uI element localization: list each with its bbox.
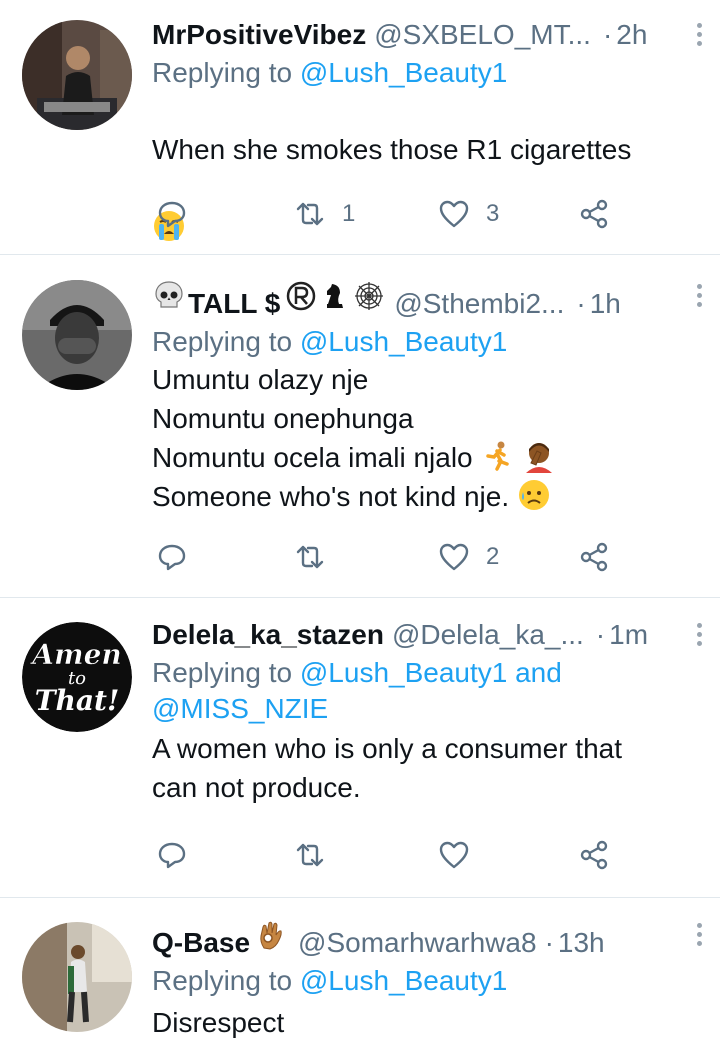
tweet-text-line: When she smokes those R1 cigarettes	[152, 134, 632, 165]
mention-link[interactable]: @Lush_Beauty1 and	[300, 657, 562, 688]
chess-knight-icon	[327, 284, 344, 308]
person-running-icon	[486, 441, 510, 471]
tweet-header: TALL $ @Sthembi2... · 1h	[152, 279, 702, 321]
reply-icon	[158, 842, 186, 869]
share-button[interactable]	[578, 537, 610, 577]
display-name[interactable]: Delela_ka_stazen	[152, 618, 384, 652]
tweet-header: Delela_ka_stazen @Delela_ka_... · 1m	[152, 618, 702, 652]
like-button[interactable]: 2	[438, 537, 499, 577]
more-options-icon[interactable]	[692, 920, 706, 950]
replying-to: Replying to @Lush_Beauty1	[152, 55, 680, 91]
tweet-2[interactable]: TALL $ @Sthembi2... · 1h Replying to @Lu…	[0, 255, 720, 598]
mention-link[interactable]: @Lush_Beauty1	[300, 57, 507, 88]
retweet-button[interactable]: 1	[294, 194, 355, 234]
tweet-text-line: Nomuntu onephunga	[152, 403, 414, 434]
heart-icon	[439, 543, 469, 571]
tweet-actions	[152, 835, 622, 875]
replying-label: Replying to	[152, 326, 293, 357]
sad-sweat-face-icon	[518, 480, 549, 510]
skull-icon	[155, 281, 183, 308]
display-name[interactable]: TALL $	[188, 287, 280, 321]
reply-icon	[158, 544, 186, 571]
reply-feed: MrPositiveVibez @SXBELO_MT... · 2h Reply…	[0, 0, 720, 1061]
more-options-icon[interactable]	[692, 281, 706, 311]
tweet-actions: 1 3	[152, 194, 622, 234]
tweet-text: A women who is only a consumer that can …	[152, 733, 623, 803]
like-count: 3	[486, 200, 500, 227]
user-handle[interactable]: @Delela_ka_...	[392, 618, 584, 652]
retweet-button[interactable]	[294, 537, 342, 577]
heart-icon	[439, 200, 469, 228]
mention-link[interactable]: @MISS_NZIE	[152, 693, 328, 724]
timestamp[interactable]: 1m	[609, 618, 648, 652]
share-icon	[580, 542, 608, 572]
avatar[interactable]: Amen to That!	[22, 622, 132, 732]
avatar[interactable]	[22, 922, 132, 1032]
timestamp[interactable]: 1h	[590, 287, 621, 321]
mention-link[interactable]: @Lush_Beauty1	[300, 965, 507, 996]
avatar-text: That!	[35, 684, 120, 717]
more-options-icon[interactable]	[692, 20, 706, 50]
reply-button[interactable]	[156, 835, 204, 875]
replying-label: Replying to	[152, 965, 293, 996]
reply-icon	[158, 201, 186, 228]
display-name[interactable]: Q-Base	[152, 926, 250, 960]
tweet-text-line: Nomuntu ocela imali njalo	[152, 438, 680, 477]
avatar[interactable]	[22, 20, 132, 130]
retweet-icon	[296, 545, 324, 569]
spider-web-icon	[355, 282, 384, 310]
heart-icon	[439, 841, 469, 869]
tweet-4[interactable]: Q-Base @Somarhwarhwa8 · 13h Replying to …	[0, 898, 720, 1061]
person-facepalming-icon	[526, 443, 553, 473]
retweet-count: 1	[342, 200, 356, 227]
more-options-icon[interactable]	[692, 620, 706, 650]
tweet-3[interactable]: Amen to That! Delela_ka_stazen @Delela_k…	[0, 598, 720, 898]
separator-dot: ·	[576, 288, 586, 319]
tweet-header: MrPositiveVibez @SXBELO_MT... · 2h	[152, 18, 702, 52]
mention-link[interactable]: @Lush_Beauty1	[300, 326, 507, 357]
share-button[interactable]	[578, 194, 610, 234]
share-icon	[580, 199, 608, 229]
retweet-icon	[296, 202, 324, 226]
separator-dot: ·	[595, 619, 606, 650]
like-button[interactable]: 3	[438, 194, 499, 234]
reply-button[interactable]	[156, 194, 204, 234]
share-icon	[580, 840, 608, 870]
share-button[interactable]	[578, 835, 610, 875]
display-name[interactable]: MrPositiveVibez	[152, 18, 366, 52]
replying-label: Replying to	[152, 57, 293, 88]
replying-to: Replying to @Lush_Beauty1	[152, 963, 680, 999]
like-count: 2	[486, 543, 500, 570]
user-handle[interactable]: @Sthembi2...	[394, 287, 564, 321]
registered-icon	[287, 281, 316, 311]
user-handle[interactable]: @SXBELO_MT...	[374, 18, 591, 52]
tweet-actions: 2	[152, 537, 622, 577]
like-button[interactable]	[438, 835, 486, 875]
separator-dot: ·	[602, 19, 613, 50]
timestamp[interactable]: 2h	[616, 18, 647, 52]
replying-to: Replying to @Lush_Beauty1	[152, 324, 680, 360]
retweet-icon	[296, 843, 324, 867]
ok-hand-icon	[260, 921, 282, 950]
reply-button[interactable]	[156, 537, 204, 577]
tweet-text: Umuntu olazy nje Nomuntu onephunga Nomun…	[152, 360, 680, 516]
tweet-text-line: Someone who's not kind nje.	[152, 477, 680, 516]
replying-label: Replying to	[152, 657, 293, 688]
avatar[interactable]	[22, 280, 132, 390]
tweet-header: Q-Base @Somarhwarhwa8 · 13h	[152, 918, 702, 960]
tweet-text-line: Umuntu olazy nje	[152, 364, 369, 395]
tweet-1[interactable]: MrPositiveVibez @SXBELO_MT... · 2h Reply…	[0, 0, 720, 255]
tweet-text: Disrespect	[152, 1007, 285, 1038]
timestamp[interactable]: 13h	[558, 926, 605, 960]
avatar-text: Amen	[29, 638, 122, 671]
separator-dot: ·	[544, 927, 554, 958]
user-handle[interactable]: @Somarhwarhwa8	[298, 926, 537, 960]
retweet-button[interactable]	[294, 835, 342, 875]
replying-to: Replying to @Lush_Beauty1 and @MISS_NZIE	[152, 655, 680, 727]
